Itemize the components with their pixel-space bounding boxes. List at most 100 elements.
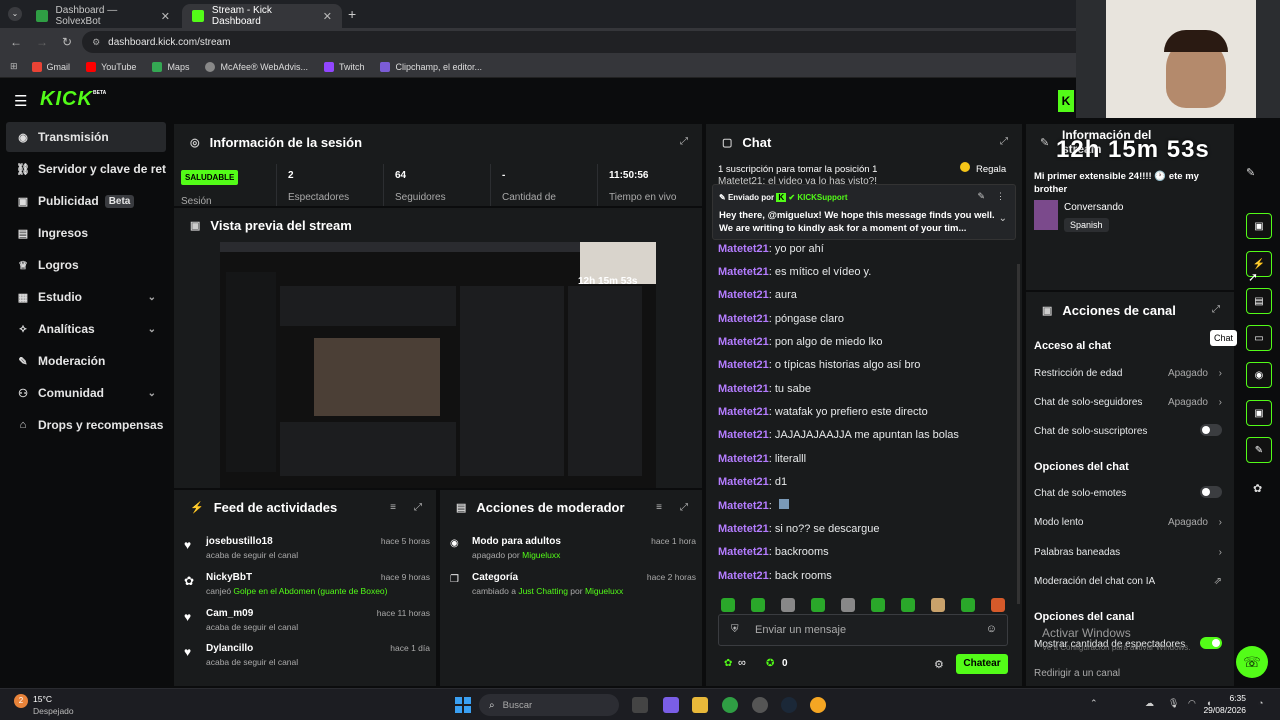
expand-icon[interactable]: ⤢ [680,136,688,147]
tab-search-icon[interactable]: ⌄ [8,7,22,21]
kicks-icon[interactable]: ✪ [766,658,774,669]
sidebar-item-logros[interactable]: ♕ Logros [6,250,166,280]
emote-icon[interactable] [931,598,945,612]
stream-preview-video[interactable]: 12h 15m 53s [220,242,656,488]
chat-scrollbar[interactable] [1017,264,1020,604]
sidebar-item-analiticas[interactable]: ⟡ Analíticas ⌄ [6,314,166,344]
taskbar-search[interactable]: ⌕ Buscar [479,694,619,716]
rail-stream-info-button[interactable]: ▣ [1246,213,1272,239]
sidebar-item-comunidad[interactable]: ⚇ Comunidad ⌄ [6,378,166,408]
bookmark-clipchamp[interactable]: Clipchamp, el editor... [380,61,482,72]
bookmark-twitch[interactable]: Twitch [323,61,364,72]
emote-icon[interactable] [961,598,975,612]
rail-chat-button[interactable]: ▭ [1246,325,1272,351]
mod-action-user[interactable]: Migueluxx [522,550,560,560]
weather-notification-badge[interactable]: 2 [14,694,28,708]
pinned-message[interactable]: ✎ Enviado por K ✔ KICKSupport Hey there,… [712,184,1016,240]
edit-icon[interactable]: ✎ [1246,166,1255,179]
reload-icon[interactable]: ↻ [62,35,72,49]
bookmark-gmail[interactable]: Gmail [31,61,70,72]
mod-action-user[interactable]: Migueluxx [585,586,623,596]
chat-username[interactable]: Matetet21 [718,406,769,418]
community-icon[interactable]: ✿ [1253,482,1262,495]
tab-solvexbot[interactable]: Dashboard — SolvexBot ✕ [26,4,180,28]
site-info-icon[interactable]: ⚙ [92,37,100,48]
filter-icon[interactable]: ≡ [390,502,396,513]
gift-button[interactable]: Regala [976,164,1006,175]
category-name[interactable]: Conversando [1064,202,1123,213]
profile-kick-icon[interactable]: K [1058,90,1074,112]
rail-channel-button[interactable]: ▣ [1246,400,1272,426]
chevron-down-icon[interactable]: ⌄ [999,213,1007,224]
emote-icon[interactable] [721,598,735,612]
expand-icon[interactable]: ⤢ [1212,304,1220,315]
chat-username[interactable]: Matetet21 [718,476,769,488]
activity-user[interactable]: Cam_m09 [206,608,253,619]
address-bar[interactable]: ⚙ dashboard.kick.com/stream [82,31,1093,53]
bookmark-mcafee[interactable]: McAfee® WebAdvis... [205,61,308,72]
chat-username[interactable]: Matetet21 [718,289,769,301]
ai-moderation-row[interactable]: Moderación del chat con IA ⇗ [1034,576,1224,592]
new-tab-icon[interactable]: + [348,6,356,22]
chat-username[interactable]: Matetet21 [718,359,769,371]
chat-input[interactable]: ⛨ Enviar un mensaje ☺ [718,614,1008,646]
chat-username[interactable]: Matetet21 [718,336,769,348]
filter-icon[interactable]: ≡ [656,502,662,513]
activity-user[interactable]: josebustillo18 [206,536,273,547]
rail-session-button[interactable]: ◉ [1246,362,1272,388]
kick-logo[interactable]: KICK [40,88,93,111]
emote-icon[interactable] [751,598,765,612]
pinned-sender[interactable]: KICKSupport [797,193,847,202]
chat-username[interactable]: Matetet21 [718,313,769,325]
bookmark-youtube[interactable]: YouTube [86,61,136,72]
chat-username[interactable]: Matetet21 [718,243,769,255]
rail-moderation-button[interactable]: ✎ [1246,437,1272,463]
steam-icon[interactable] [781,697,797,713]
sidebar-item-ingresos[interactable]: ▤ Ingresos [6,218,166,248]
followers-only-row[interactable]: Chat de solo-seguidores Apagado › [1034,397,1224,413]
sidebar-item-drops[interactable]: ⌂ Drops y recompensas [6,410,166,440]
task-view-icon[interactable] [632,697,648,713]
subscribers-only-toggle[interactable] [1200,424,1222,436]
microphone-icon[interactable]: 🎙 [1168,698,1179,709]
expand-icon[interactable]: ⤢ [680,502,688,513]
chat-username[interactable]: Matetet21 [718,453,769,465]
chat-username[interactable]: Matetet21 [718,546,769,558]
emoji-icon[interactable]: ☺ [986,623,997,635]
emote-icon[interactable] [781,598,795,612]
close-tab-icon[interactable]: ✕ [161,10,170,23]
apps-grid-icon[interactable]: ⊞ [10,61,18,72]
back-icon[interactable]: ← [10,35,22,49]
emote-icon[interactable] [871,598,885,612]
emote-only-toggle[interactable] [1200,486,1222,498]
activity-user[interactable]: Dylancillo [206,643,253,654]
chrome-icon[interactable] [722,697,738,713]
send-chat-button[interactable]: Chatear [956,654,1008,674]
chat-username[interactable]: Matetet21 [718,383,769,395]
bookmark-maps[interactable]: Maps [152,61,189,72]
chat-username[interactable]: Matetet21 [718,570,769,582]
emote-icon[interactable] [811,598,825,612]
sidebar-item-servidor[interactable]: ⛓ Servidor y clave de retransmisión [6,154,166,184]
sidebar-item-transmision[interactable]: ◉ Transmisión [6,122,166,152]
clock-time[interactable]: 6:35 [1224,693,1246,703]
clock-date[interactable]: 29/08/2026 [1200,705,1246,715]
show-viewers-toggle[interactable] [1200,637,1222,649]
activity-user[interactable]: NickyBbT [206,572,252,583]
menu-icon[interactable]: ☰ [14,92,27,110]
app-icon[interactable] [810,697,826,713]
copilot-icon[interactable] [663,697,679,713]
chat-username[interactable]: Matetet21 [718,266,769,278]
emote-icon[interactable] [901,598,915,612]
chat-username[interactable]: Matetet21 [718,523,769,535]
rail-mod-actions-button[interactable]: ▤ [1246,288,1272,314]
wifi-icon[interactable]: ◠ [1188,698,1196,709]
notifications-icon[interactable]: ◔ [1258,698,1263,708]
chat-username[interactable]: Matetet21 [718,429,769,441]
emote-icon[interactable] [841,598,855,612]
sidebar-item-estudio[interactable]: ▦ Estudio ⌄ [6,282,166,312]
redirect-row[interactable]: Redirigir a un canal [1034,668,1224,684]
obs-icon[interactable] [752,697,768,713]
category-thumbnail[interactable] [1034,200,1058,230]
forward-icon[interactable]: → [36,35,48,49]
